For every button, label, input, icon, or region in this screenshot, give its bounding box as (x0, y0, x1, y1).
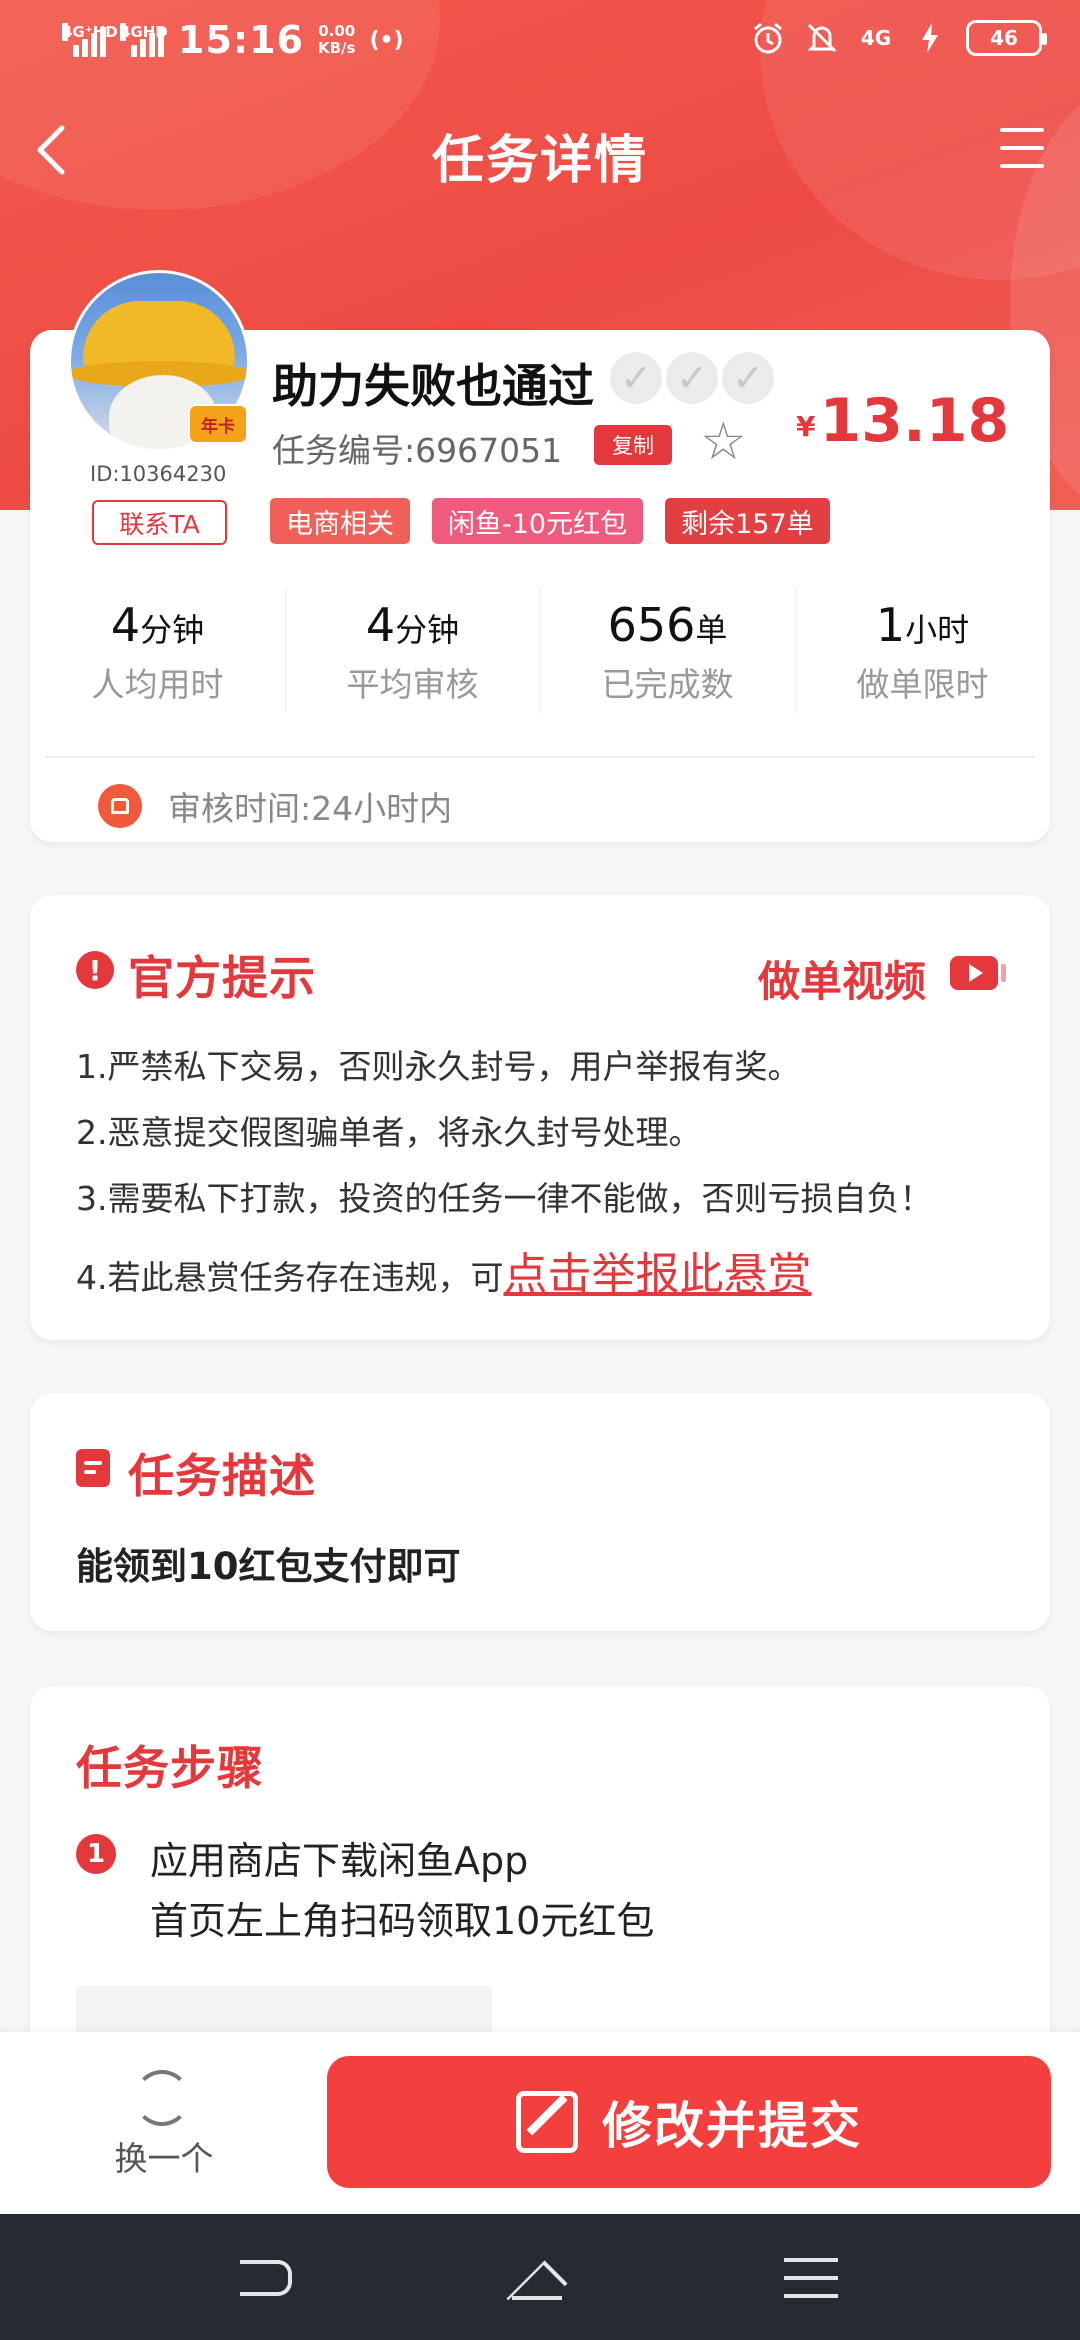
stat-unit: 单 (695, 611, 728, 649)
menu-icon (1000, 128, 1044, 132)
favorite-star-icon[interactable]: ☆ (700, 416, 747, 468)
stat-label: 平均审核 (346, 665, 479, 704)
task-number: 任务编号:6967051 (272, 431, 563, 470)
stat-unit: 分钟 (395, 611, 460, 649)
speed-value: 0.00 (318, 22, 356, 40)
title-bar: 任务详情 (0, 100, 1080, 200)
currency-symbol: ¥ (796, 410, 816, 443)
network-type: 4G⁺HD (62, 23, 118, 41)
mute-bell-icon (804, 20, 840, 56)
clock: 15:16 (178, 18, 304, 62)
network-speed: 0.00 KB/s (318, 23, 355, 57)
stat-value: 656 (607, 598, 696, 652)
tag-category: 电商相关 (270, 498, 410, 544)
report-link[interactable]: 点击举报此悬赏 (504, 1249, 812, 1300)
stat-time-limit: 1小时 做单限时 (795, 588, 1050, 718)
tip-rule: 1.严禁私下交易，否则永久封号，用户举报有奖。 (76, 1047, 801, 1086)
signal-icon: 4G⁺HD (62, 23, 118, 57)
vip-badge: 年卡 (188, 404, 248, 444)
swap-task-button[interactable]: 换一个 (0, 2032, 328, 2214)
section-title: 任务步骤 (76, 1741, 264, 1795)
section-title: 任务描述 (128, 1449, 316, 1503)
speed-unit: KB/s (317, 39, 356, 57)
tip-rule-text: 4.若此悬赏任务存在违规，可 (76, 1258, 504, 1297)
tag-reward: 闲鱼-10元红包 (432, 498, 644, 544)
contact-button[interactable]: 联系TA (92, 500, 227, 545)
menu-button[interactable] (1000, 128, 1044, 168)
copy-button[interactable]: 复制 (594, 425, 672, 465)
nav-home-icon[interactable] (506, 2252, 566, 2302)
step-number: 1 (76, 1834, 116, 1874)
refresh-icon (134, 2070, 190, 2126)
tag-remaining: 剩余157单 (665, 498, 830, 544)
tip-rule: 3.需要私下打款，投资的任务一律不能做，否则亏损自负！ (76, 1179, 933, 1218)
verified-ticks: ✓ ✓ ✓ (610, 352, 774, 404)
step-text: 应用商店下载闲鱼App (150, 1839, 529, 1883)
task-price: ¥13.18 (796, 386, 1009, 456)
task-title: 助力失败也通过 (272, 359, 594, 413)
stat-completed: 656单 已完成数 (540, 588, 795, 718)
signal-icon: 4GHD (120, 23, 168, 57)
stat-avg-time: 4分钟 人均用时 (30, 588, 285, 718)
submit-label: 修改并提交 (602, 2097, 862, 2155)
stat-unit: 分钟 (140, 611, 205, 649)
price-amount: 13.18 (819, 386, 1010, 456)
alarm-icon (750, 20, 786, 56)
swap-label: 换一个 (114, 2139, 214, 2178)
stat-value: 1 (875, 598, 906, 652)
warning-icon: ! (76, 951, 114, 989)
section-title: 官方提示 (128, 951, 316, 1005)
system-nav-bar (0, 2214, 1080, 2340)
tip-rule: 4.若此悬赏任务存在违规，可点击举报此悬赏 (76, 1238, 812, 1302)
task-description-card (30, 1393, 1050, 1631)
description-text: 能领到10红包支付即可 (76, 1545, 461, 1588)
stat-avg-review: 4分钟 平均审核 (285, 588, 540, 718)
status-bar: 4G⁺HD 4GHD 15:16 0.00 KB/s (•) 4G 46 (0, 0, 1080, 80)
check-icon: ✓ (610, 352, 662, 404)
battery-icon: 46 (966, 20, 1047, 56)
stat-value: 4 (365, 598, 396, 652)
hotspot-icon: (•) (369, 27, 404, 53)
nav-menu-icon[interactable] (784, 2258, 838, 2298)
check-icon: ✓ (722, 352, 774, 404)
nav-back-icon[interactable] (240, 2260, 292, 2296)
network-type: 4GHD (120, 23, 168, 41)
charging-icon (912, 20, 948, 56)
audit-time: 审核时间:24小时内 (168, 789, 453, 828)
task-video-link[interactable]: 做单视频 (758, 948, 926, 1009)
task-stats: 4分钟 人均用时 4分钟 平均审核 656单 已完成数 1小时 做单限时 (30, 588, 1050, 718)
user-id: ID:10364230 (90, 462, 227, 486)
step-text: 首页左上角扫码领取10元红包 (150, 1899, 655, 1943)
document-icon (76, 1449, 110, 1487)
submit-button[interactable]: 修改并提交 (327, 2056, 1051, 2188)
stat-label: 人均用时 (91, 665, 224, 704)
divider (45, 756, 1035, 758)
page-title: 任务详情 (431, 131, 648, 191)
video-play-icon[interactable] (950, 956, 1006, 990)
edit-icon (516, 2091, 578, 2153)
network-4g-icon: 4G (860, 26, 892, 50)
check-icon: ✓ (666, 352, 718, 404)
tip-rule: 2.恶意提交假图骗单者，将永久封号处理。 (76, 1113, 702, 1152)
bottom-action-bar: 换一个 修改并提交 (0, 2032, 1080, 2214)
stat-label: 已完成数 (601, 665, 734, 704)
task-tags: 电商相关 闲鱼-10元红包 剩余157单 (270, 498, 830, 544)
stat-value: 4 (110, 598, 141, 652)
stat-unit: 小时 (905, 611, 970, 649)
stamp-icon (98, 784, 142, 828)
stat-label: 做单限时 (856, 665, 989, 704)
